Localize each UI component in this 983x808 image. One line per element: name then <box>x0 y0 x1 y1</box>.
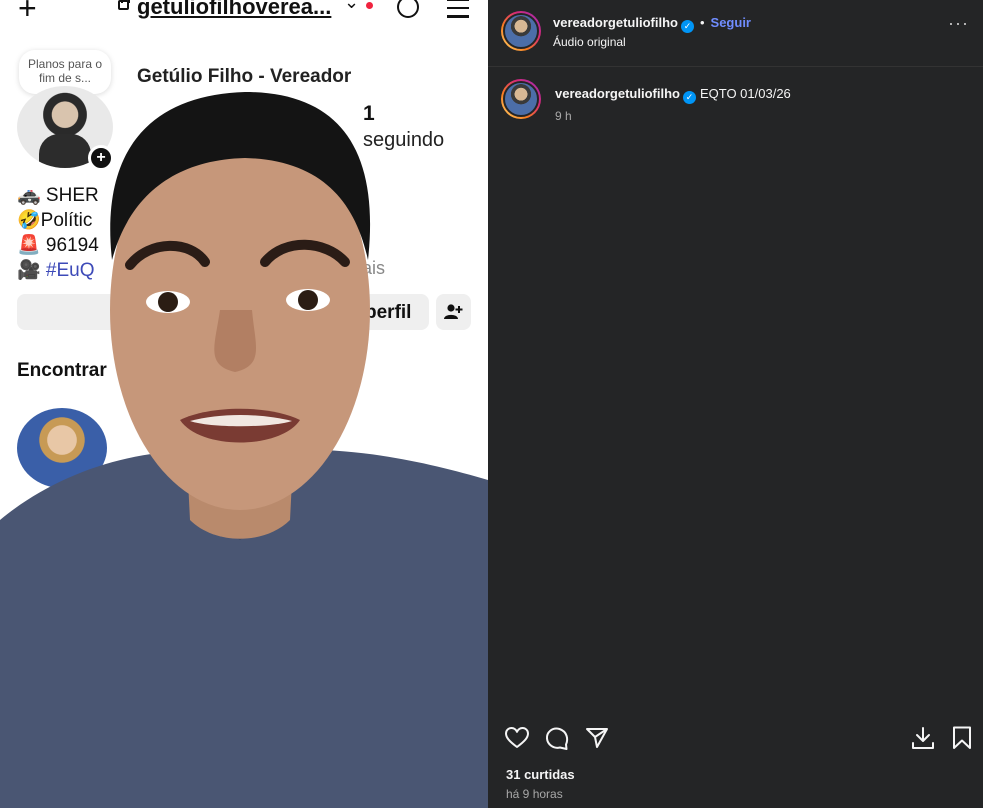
post-panel: vereadorgetuliofilho ✓ • Seguir Áudio origi… <box>488 0 983 808</box>
verified-icon: ✓ <box>680 20 694 33</box>
follow-button[interactable]: Seguir <box>711 15 751 30</box>
presenter-figure <box>0 92 488 808</box>
caption-text: EQTO 01/03/26 <box>699 86 791 101</box>
reel-video[interactable]: + getuliofilhoverea... ⌄ Planos para o f… <box>0 0 488 808</box>
caption-author-avatar[interactable] <box>501 79 541 119</box>
share-icon[interactable] <box>584 725 610 751</box>
download-icon[interactable] <box>910 725 936 751</box>
reel-viewer: + getuliofilhoverea... ⌄ Planos para o f… <box>0 0 983 808</box>
caption-time: 9 h <box>555 109 572 123</box>
author-username[interactable]: vereadorgetuliofilho <box>553 15 678 30</box>
heart-icon[interactable] <box>504 725 530 751</box>
audio-link[interactable]: Áudio original <box>553 35 626 49</box>
post-time: há 9 horas <box>506 787 563 801</box>
caption-author-username[interactable]: vereadorgetuliofilho <box>555 86 680 101</box>
comment-icon[interactable] <box>544 725 570 751</box>
post-header: vereadorgetuliofilho ✓ • Seguir <box>553 14 751 33</box>
bookmark-icon[interactable] <box>949 725 975 751</box>
author-avatar[interactable] <box>501 11 541 51</box>
header-separator: • <box>699 15 705 30</box>
verified-icon: ✓ <box>682 91 696 104</box>
likes-count[interactable]: 31 curtidas <box>506 767 575 782</box>
caption: vereadorgetuliofilho ✓ EQTO 01/03/26 <box>555 85 791 104</box>
more-icon[interactable]: ··· <box>948 14 969 32</box>
header-divider <box>488 66 983 67</box>
post-actions <box>488 722 983 754</box>
